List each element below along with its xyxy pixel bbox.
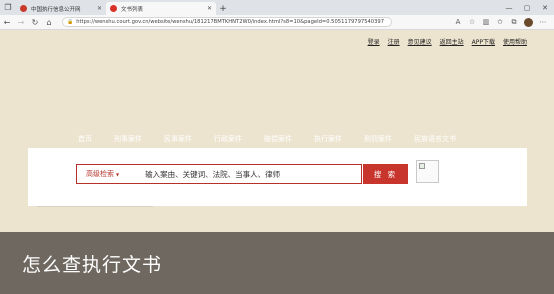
search-box: 高级检索 ▼	[76, 164, 362, 184]
nav-compensation[interactable]: 赔偿案件	[264, 134, 292, 144]
tab-actions-icon[interactable]: ❐	[0, 0, 16, 15]
court-emblem-icon	[110, 5, 117, 12]
nav-administrative[interactable]: 行政案件	[214, 134, 242, 144]
tab-title: 文书列表	[121, 6, 144, 13]
tab-execution-info[interactable]: 中国执行信息公开网 ✕	[16, 2, 106, 15]
nav-home[interactable]: 首页	[78, 134, 92, 144]
divider	[37, 206, 153, 207]
top-links: 登录 注册 意见建议 返回主站 APP下载 使用帮助	[368, 37, 527, 46]
app-download-link[interactable]: APP下载	[472, 37, 495, 46]
close-tab-icon[interactable]: ✕	[97, 5, 102, 12]
nav-criminal[interactable]: 刑事案件	[114, 134, 142, 144]
nav-penalty[interactable]: 刑罚案件	[364, 134, 392, 144]
tab-title: 中国执行信息公开网	[31, 6, 81, 13]
close-tab-icon[interactable]: ✕	[207, 5, 212, 12]
register-link[interactable]: 注册	[388, 37, 400, 46]
address-bar[interactable]: 🔒 https://wenshu.court.gov.cn/website/we…	[62, 17, 392, 27]
window-controls: — ▢ ✕	[500, 0, 554, 15]
forward-icon[interactable]: →	[14, 15, 28, 29]
more-menu-icon[interactable]: ⋯	[536, 15, 550, 29]
home-icon[interactable]: ⌂	[42, 15, 56, 29]
search-button[interactable]: 搜 索	[363, 164, 408, 184]
main-site-link[interactable]: 返回主站	[440, 37, 464, 46]
url-text: https://wenshu.court.gov.cn/website/wens…	[76, 19, 384, 25]
new-tab-button[interactable]: +	[216, 2, 230, 15]
feedback-link[interactable]: 意见建议	[408, 37, 432, 46]
refresh-icon[interactable]: ↻	[28, 15, 42, 29]
split-screen-icon[interactable]: ▥	[479, 15, 493, 29]
gov-emblem-icon	[20, 5, 27, 12]
caret-down-icon: ▼	[116, 172, 120, 177]
back-icon[interactable]: ←	[0, 15, 14, 29]
advanced-search-dropdown[interactable]: 高级检索 ▼	[77, 169, 135, 179]
tab-document-list[interactable]: 文书列表 ✕	[106, 2, 216, 15]
broken-image	[416, 160, 439, 183]
nav-ethnic-language[interactable]: 民族语言文书	[414, 134, 456, 144]
maximize-icon[interactable]: ▢	[518, 0, 536, 15]
login-link[interactable]: 登录	[368, 37, 380, 46]
caption-bar: 怎么查执行文书	[0, 232, 554, 294]
nav-civil[interactable]: 民事案件	[164, 134, 192, 144]
favorite-star-icon[interactable]: ☆	[465, 15, 479, 29]
browser-tab-strip: ❐ 中国执行信息公开网 ✕ 文书列表 ✕ + — ▢ ✕	[0, 0, 554, 15]
caption-text: 怎么查执行文书	[22, 253, 163, 276]
search-input[interactable]	[135, 166, 361, 182]
lock-icon: 🔒	[67, 19, 74, 25]
minimize-icon[interactable]: —	[500, 0, 518, 15]
search-panel: 高级检索▼ 搜 索	[28, 148, 527, 206]
read-aloud-icon[interactable]: A	[451, 15, 465, 29]
nav-execution[interactable]: 执行案件	[314, 134, 342, 144]
collections-icon[interactable]: ⧉	[507, 15, 521, 29]
favorites-icon[interactable]: ✩	[493, 15, 507, 29]
advanced-search-label: 高级检索	[86, 170, 114, 178]
broken-image-icon	[419, 163, 425, 169]
toolbar-actions: A ☆ ▥ ✩ ⧉ ⋯	[451, 15, 550, 29]
close-window-icon[interactable]: ✕	[536, 0, 554, 15]
main-nav: 首页 刑事案件 民事案件 行政案件 赔偿案件 执行案件 刑罚案件 民族语言文书	[78, 134, 478, 144]
browser-toolbar: ← → ↻ ⌂ 🔒 https://wenshu.court.gov.cn/we…	[0, 15, 554, 30]
help-link[interactable]: 使用帮助	[503, 37, 527, 46]
profile-avatar[interactable]	[524, 17, 533, 27]
